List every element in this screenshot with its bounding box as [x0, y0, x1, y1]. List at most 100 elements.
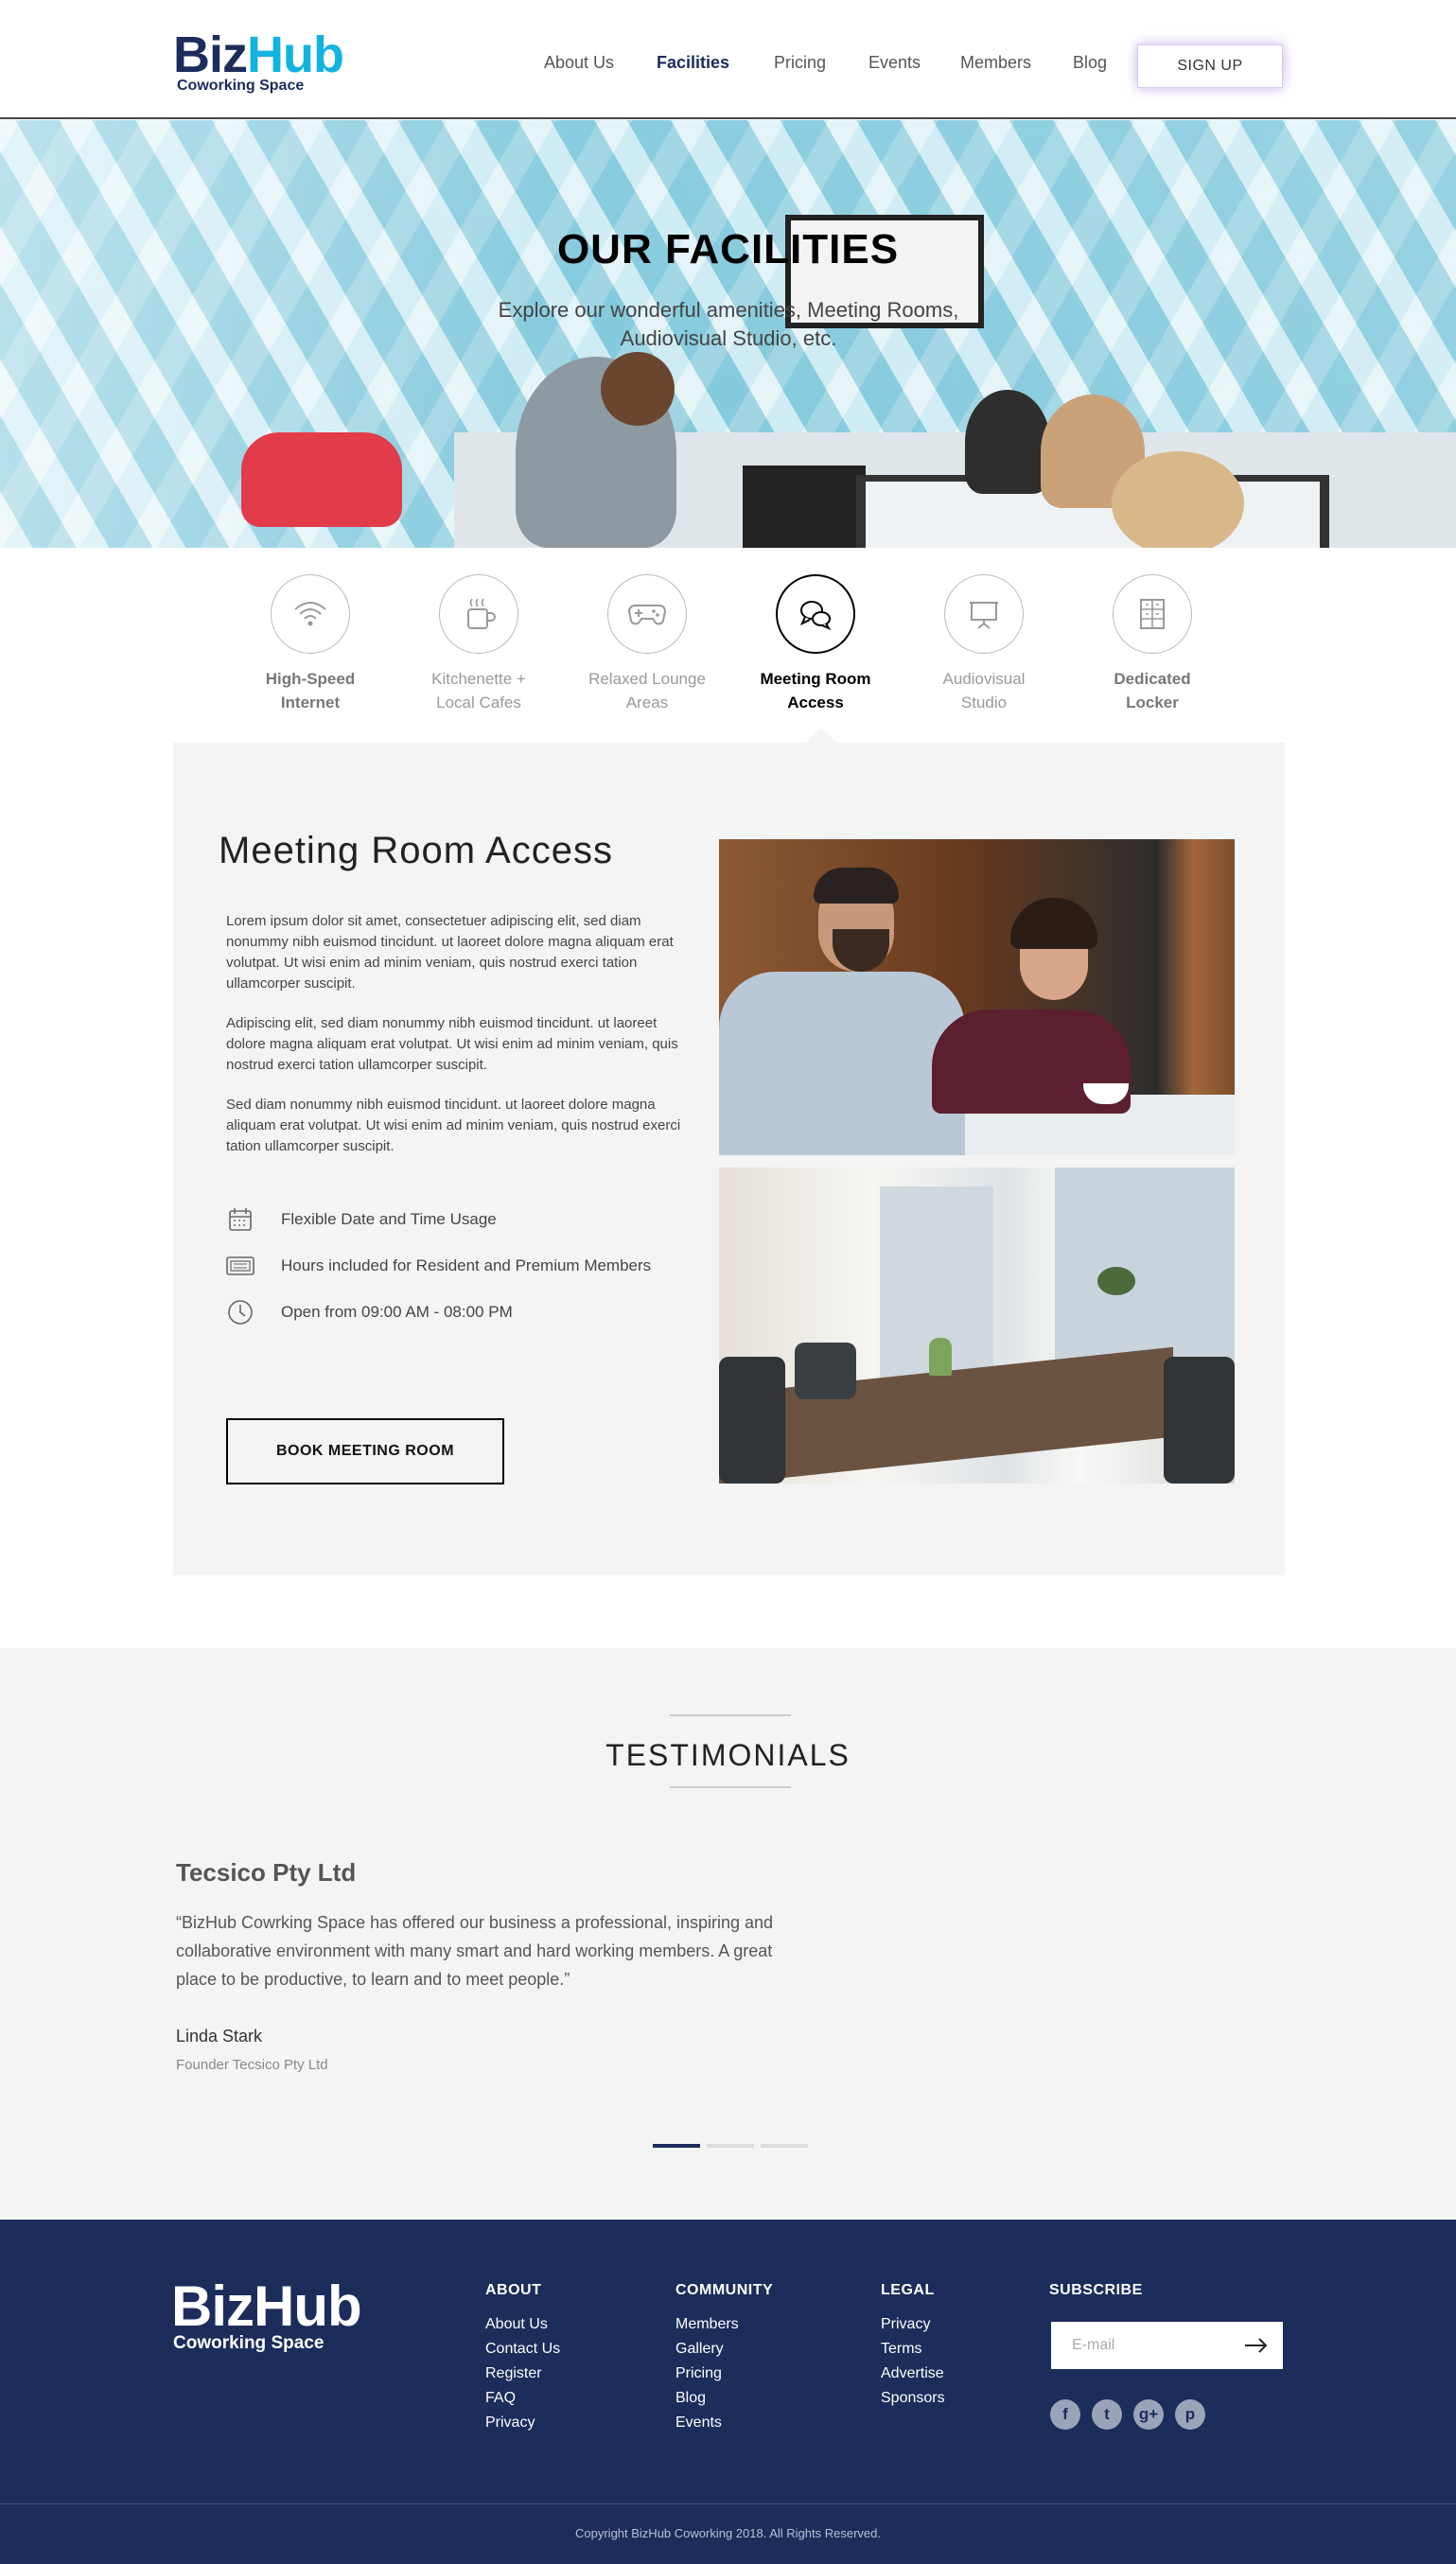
- tab-label: Meeting Room Access: [760, 670, 871, 711]
- hero-red-chair: [241, 432, 402, 527]
- feature-text: Hours included for Resident and Premium …: [281, 1256, 652, 1274]
- footer-link-advertise[interactable]: Advertise: [881, 2362, 945, 2386]
- footer-link-terms[interactable]: Terms: [881, 2337, 945, 2362]
- testimonials-section: TESTIMONIALS Tecsico Pty Ltd “BizHub Cow…: [0, 1648, 1456, 2218]
- hero-person-seated: [965, 390, 1050, 494]
- testimonial-company: Tecsico Pty Ltd: [176, 1858, 357, 1887]
- photo-man-shirt: [719, 972, 965, 1155]
- tab-label: Audiovisual Studio: [942, 670, 1026, 711]
- footer-column-community: COMMUNITY Members Gallery Pricing Blog E…: [675, 2282, 773, 2435]
- footer-heading: LEGAL: [881, 2282, 935, 2298]
- footer-column-subscribe: SUBSCRIBE: [1049, 2282, 1143, 2312]
- photo-man-hair: [814, 868, 899, 904]
- site-header: BizHub Coworking Space About Us Faciliti…: [0, 0, 1456, 119]
- photo-chair: [795, 1343, 856, 1399]
- tab-audiovisual-studio[interactable]: Audiovisual Studio: [903, 574, 1064, 714]
- footer-column-legal: LEGAL Privacy Terms Advertise Sponsors: [881, 2282, 945, 2411]
- footer-heading: ABOUT: [485, 2282, 542, 2298]
- hero-person-head: [601, 352, 675, 426]
- nav-events[interactable]: Events: [868, 53, 921, 73]
- facility-paragraph: Sed diam nonummy nibh euismod tincidunt.…: [226, 1097, 681, 1154]
- footer-link-events[interactable]: Events: [675, 2411, 773, 2435]
- footer-divider: [0, 2503, 1456, 2504]
- footer-link-contact-us[interactable]: Contact Us: [485, 2337, 560, 2362]
- facility-title: Meeting Room Access: [219, 830, 613, 871]
- footer-logo-wordmark: BizHub: [171, 2274, 362, 2338]
- ticket-icon: [226, 1252, 254, 1280]
- photo-plant: [1097, 1267, 1135, 1295]
- tab-kitchenette[interactable]: Kitchenette + Local Cafes: [398, 574, 559, 714]
- facility-detail-panel: Meeting Room Access Lorem ipsum dolor si…: [173, 743, 1285, 1575]
- footer-link-privacy[interactable]: Privacy: [485, 2411, 560, 2435]
- footer-link-sponsors[interactable]: Sponsors: [881, 2386, 945, 2411]
- tab-dedicated-locker[interactable]: Dedicated Locker: [1072, 574, 1233, 714]
- tab-meeting-room-access[interactable]: Meeting Room Access: [735, 574, 896, 714]
- carousel-dot-1[interactable]: [653, 2144, 700, 2148]
- presentation-board-icon: [944, 574, 1024, 654]
- photo-chair: [719, 1357, 785, 1484]
- carousel-dot-2[interactable]: [707, 2144, 754, 2148]
- sign-up-button[interactable]: SIGN UP: [1137, 44, 1283, 88]
- carousel-dot-3[interactable]: [761, 2144, 808, 2148]
- facility-paragraph: Lorem ipsum dolor sit amet, consectetuer…: [226, 913, 674, 992]
- footer-link-privacy-legal[interactable]: Privacy: [881, 2312, 945, 2337]
- book-meeting-room-button[interactable]: BOOK MEETING ROOM: [226, 1418, 504, 1484]
- subscribe-form: [1051, 2322, 1283, 2369]
- subscribe-email-input[interactable]: [1051, 2322, 1231, 2369]
- meeting-photo-room: [719, 1168, 1235, 1484]
- nav-pricing[interactable]: Pricing: [774, 53, 826, 73]
- active-tab-pointer: [804, 729, 838, 744]
- nav-facilities[interactable]: Facilities: [657, 53, 729, 73]
- calendar-icon: [226, 1205, 254, 1234]
- hero-banner: OUR FACILITIES Explore our wonderful ame…: [0, 120, 1456, 548]
- footer-logo[interactable]: BizHub Coworking Space: [171, 2274, 362, 2354]
- meeting-photo-people: [719, 839, 1235, 1155]
- photo-chair: [1164, 1357, 1235, 1484]
- hero-subtitle: Explore our wonderful amenities, Meeting…: [498, 298, 959, 350]
- locker-icon: [1113, 574, 1192, 654]
- site-footer: BizHub Coworking Space ABOUT About Us Co…: [0, 2220, 1456, 2564]
- testimonial-author-role: Founder Tecsico Pty Ltd: [176, 2057, 328, 2073]
- clock-icon: [226, 1298, 254, 1326]
- gamepad-icon: [607, 574, 687, 654]
- hero-monitor-front: [743, 465, 866, 548]
- hero-title: OUR FACILITIES: [556, 226, 900, 272]
- twitter-icon[interactable]: t: [1092, 2399, 1122, 2430]
- hero-person-front: [1112, 451, 1244, 548]
- nav-blog[interactable]: Blog: [1073, 53, 1107, 73]
- footer-link-pricing[interactable]: Pricing: [675, 2362, 773, 2386]
- google-plus-icon[interactable]: g+: [1133, 2399, 1164, 2430]
- pinterest-icon[interactable]: p: [1175, 2399, 1205, 2430]
- facebook-icon[interactable]: f: [1050, 2399, 1080, 2430]
- footer-link-faq[interactable]: FAQ: [485, 2386, 560, 2411]
- nav-about-us[interactable]: About Us: [544, 53, 614, 73]
- footer-heading: SUBSCRIBE: [1049, 2282, 1143, 2298]
- feature-item: Hours included for Resident and Premium …: [226, 1252, 651, 1280]
- nav-members[interactable]: Members: [960, 53, 1031, 73]
- tab-label: Dedicated Locker: [1114, 670, 1191, 711]
- footer-link-blog[interactable]: Blog: [675, 2386, 773, 2411]
- footer-link-about-us[interactable]: About Us: [485, 2312, 560, 2337]
- photo-woman-hair: [1010, 898, 1097, 949]
- feature-text: Flexible Date and Time Usage: [281, 1210, 497, 1228]
- tab-relaxed-lounge[interactable]: Relaxed Lounge Areas: [567, 574, 728, 714]
- footer-link-members[interactable]: Members: [675, 2312, 773, 2337]
- feature-item: Flexible Date and Time Usage: [226, 1205, 497, 1234]
- footer-heading: COMMUNITY: [675, 2282, 774, 2298]
- chat-bubbles-icon: [776, 574, 855, 654]
- testimonial-author: Linda Stark: [176, 2027, 263, 2046]
- photo-plant: [929, 1338, 952, 1376]
- wifi-icon: [271, 574, 350, 654]
- feature-text: Open from 09:00 AM - 08:00 PM: [281, 1303, 513, 1321]
- tab-label: High-Speed Internet: [265, 670, 356, 711]
- footer-link-register[interactable]: Register: [485, 2362, 560, 2386]
- arrow-right-icon[interactable]: [1243, 2333, 1270, 2358]
- tab-high-speed-internet[interactable]: High-Speed Internet: [230, 574, 391, 714]
- footer-column-about: ABOUT About Us Contact Us Register FAQ P…: [485, 2282, 560, 2435]
- feature-item: Open from 09:00 AM - 08:00 PM: [226, 1298, 513, 1326]
- coffee-cup-icon: [439, 574, 518, 654]
- footer-link-gallery[interactable]: Gallery: [675, 2337, 773, 2362]
- testimonials-title: TESTIMONIALS: [605, 1738, 851, 1772]
- tab-label: Kitchenette + Local Cafes: [431, 670, 526, 711]
- copyright-text: Copyright BizHub Coworking 2018. All Rig…: [575, 2526, 881, 2540]
